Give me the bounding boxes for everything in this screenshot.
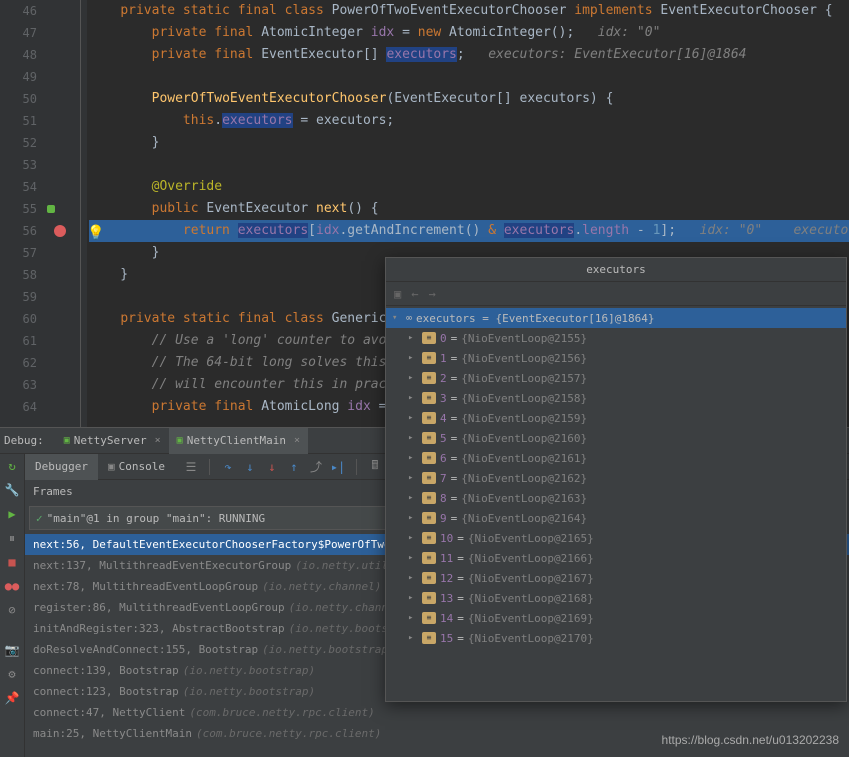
gutter-icons[interactable] xyxy=(45,0,75,427)
tree-item[interactable]: ▸≡ 10 = {NioEventLoop@2165} xyxy=(386,528,846,548)
array-element-icon: ≡ xyxy=(422,512,436,524)
expand-icon[interactable]: ▸ xyxy=(408,433,418,443)
breakpoint-icon[interactable] xyxy=(54,225,66,237)
settings-icon[interactable]: ⚙ xyxy=(4,666,20,682)
pause-icon[interactable]: ⏸ xyxy=(4,530,20,546)
array-element-icon: ≡ xyxy=(422,372,436,384)
evaluate-icon[interactable]: 🖩 xyxy=(367,459,383,475)
debug-config-tab[interactable]: ▣NettyServer× xyxy=(56,428,169,454)
tree-item[interactable]: ▸≡ 8 = {NioEventLoop@2163} xyxy=(386,488,846,508)
debugger-tab[interactable]: Debugger xyxy=(25,454,98,480)
divider xyxy=(356,459,357,475)
watermark: https://blog.csdn.net/u013202238 xyxy=(662,733,839,747)
expand-icon[interactable]: ▸ xyxy=(408,413,418,423)
array-element-icon: ≡ xyxy=(422,472,436,484)
tree-item[interactable]: ▸≡ 12 = {NioEventLoop@2167} xyxy=(386,568,846,588)
array-element-icon: ≡ xyxy=(422,432,436,444)
drop-frame-icon[interactable]: ⤴ xyxy=(308,459,324,475)
tree-item[interactable]: ▸≡ 14 = {NioEventLoop@2169} xyxy=(386,608,846,628)
debug-label: Debug: xyxy=(4,434,44,447)
expand-icon[interactable]: ▸ xyxy=(408,373,418,383)
rerun-icon[interactable]: ↻ xyxy=(4,458,20,474)
tree-item[interactable]: ▸≡ 13 = {NioEventLoop@2168} xyxy=(386,588,846,608)
console-icon: ▣ xyxy=(108,460,115,473)
tree-item[interactable]: ▸≡ 9 = {NioEventLoop@2164} xyxy=(386,508,846,528)
expand-icon[interactable]: ▸ xyxy=(408,593,418,603)
array-element-icon: ≡ xyxy=(422,632,436,644)
camera-icon[interactable]: 📷 xyxy=(4,642,20,658)
app-icon: ▣ xyxy=(177,435,183,446)
popup-toolbar: ▣ ← → xyxy=(386,282,846,306)
tree-item[interactable]: ▸≡ 0 = {NioEventLoop@2155} xyxy=(386,328,846,348)
expand-icon[interactable]: ▾ xyxy=(392,313,402,323)
new-watch-icon[interactable]: ▣ xyxy=(394,287,401,301)
variable-tree[interactable]: ▾ ∞ executors = {EventExecutor[16]@1864}… xyxy=(386,306,846,650)
step-out-icon[interactable]: ↑ xyxy=(286,459,302,475)
stack-frame[interactable]: connect:47, NettyClient(com.bruce.netty.… xyxy=(25,702,849,723)
expand-icon[interactable]: ▸ xyxy=(408,533,418,543)
fold-column[interactable] xyxy=(75,0,87,427)
expand-icon[interactable]: ▸ xyxy=(408,333,418,343)
tree-item[interactable]: ▸≡ 2 = {NioEventLoop@2157} xyxy=(386,368,846,388)
force-step-into-icon[interactable]: ↓ xyxy=(264,459,280,475)
array-element-icon: ≡ xyxy=(422,492,436,504)
line-numbers: 46474849505152535455565758596061626364 xyxy=(0,0,45,427)
debug-config-tab[interactable]: ▣NettyClientMain× xyxy=(169,428,308,454)
app-icon: ▣ xyxy=(64,435,70,446)
expand-icon[interactable]: ▸ xyxy=(408,513,418,523)
tree-item[interactable]: ▸≡ 4 = {NioEventLoop@2159} xyxy=(386,408,846,428)
wrench-icon[interactable]: 🔧 xyxy=(4,482,20,498)
array-element-icon: ≡ xyxy=(422,592,436,604)
tree-item[interactable]: ▸≡ 11 = {NioEventLoop@2166} xyxy=(386,548,846,568)
mute-breakpoints-icon[interactable]: ⊘ xyxy=(4,602,20,618)
close-icon[interactable]: × xyxy=(294,435,300,446)
resume-icon[interactable]: ▶ xyxy=(4,506,20,522)
variable-popup[interactable]: executors ▣ ← → ▾ ∞ executors = {EventEx… xyxy=(385,257,847,702)
expand-icon[interactable]: ▸ xyxy=(408,633,418,643)
forward-icon[interactable]: → xyxy=(428,287,435,301)
array-element-icon: ≡ xyxy=(422,352,436,364)
array-element-icon: ≡ xyxy=(422,612,436,624)
expand-icon[interactable]: ▸ xyxy=(408,613,418,623)
tree-item[interactable]: ▸≡ 5 = {NioEventLoop@2160} xyxy=(386,428,846,448)
array-element-icon: ≡ xyxy=(422,392,436,404)
tree-item[interactable]: ▸≡ 7 = {NioEventLoop@2162} xyxy=(386,468,846,488)
expand-icon[interactable]: ▸ xyxy=(408,493,418,503)
back-icon[interactable]: ← xyxy=(411,287,418,301)
array-element-icon: ≡ xyxy=(422,332,436,344)
expand-icon[interactable]: ▸ xyxy=(408,353,418,363)
expand-icon[interactable]: ▸ xyxy=(408,453,418,463)
stop-icon[interactable]: ■ xyxy=(4,554,20,570)
step-over-icon[interactable]: ↷ xyxy=(220,459,236,475)
close-icon[interactable]: × xyxy=(155,435,161,446)
expand-icon[interactable]: ▸ xyxy=(408,473,418,483)
view-breakpoints-icon[interactable]: ●● xyxy=(4,578,20,594)
expand-icon[interactable]: ▸ xyxy=(408,553,418,563)
intention-bulb-icon[interactable]: 💡 xyxy=(87,225,104,241)
check-icon: ✓ xyxy=(36,512,43,525)
step-into-icon[interactable]: ↓ xyxy=(242,459,258,475)
tree-item[interactable]: ▸≡ 3 = {NioEventLoop@2158} xyxy=(386,388,846,408)
expand-icon[interactable]: ▸ xyxy=(408,573,418,583)
tree-item[interactable]: ▸≡ 1 = {NioEventLoop@2156} xyxy=(386,348,846,368)
popup-title: executors xyxy=(386,258,846,282)
console-tab[interactable]: ▣Console xyxy=(98,454,175,480)
override-marker-icon[interactable] xyxy=(47,205,55,213)
run-to-cursor-icon[interactable]: ▸| xyxy=(330,459,346,475)
tree-item[interactable]: ▸≡ 6 = {NioEventLoop@2161} xyxy=(386,448,846,468)
divider xyxy=(209,459,210,475)
array-element-icon: ≡ xyxy=(422,532,436,544)
threads-icon[interactable]: ☰ xyxy=(183,459,199,475)
array-element-icon: ≡ xyxy=(422,552,436,564)
array-element-icon: ≡ xyxy=(422,452,436,464)
expand-icon[interactable]: ▸ xyxy=(408,393,418,403)
array-element-icon: ≡ xyxy=(422,412,436,424)
tree-item[interactable]: ▸≡ 15 = {NioEventLoop@2170} xyxy=(386,628,846,648)
tree-root[interactable]: ▾ ∞ executors = {EventExecutor[16]@1864} xyxy=(386,308,846,328)
pin-icon[interactable]: 📌 xyxy=(4,690,20,706)
link-icon: ∞ xyxy=(406,313,412,324)
debug-sidebar: ↻ 🔧 ▶ ⏸ ■ ●● ⊘ 📷 ⚙ 📌 xyxy=(0,454,25,757)
array-element-icon: ≡ xyxy=(422,572,436,584)
